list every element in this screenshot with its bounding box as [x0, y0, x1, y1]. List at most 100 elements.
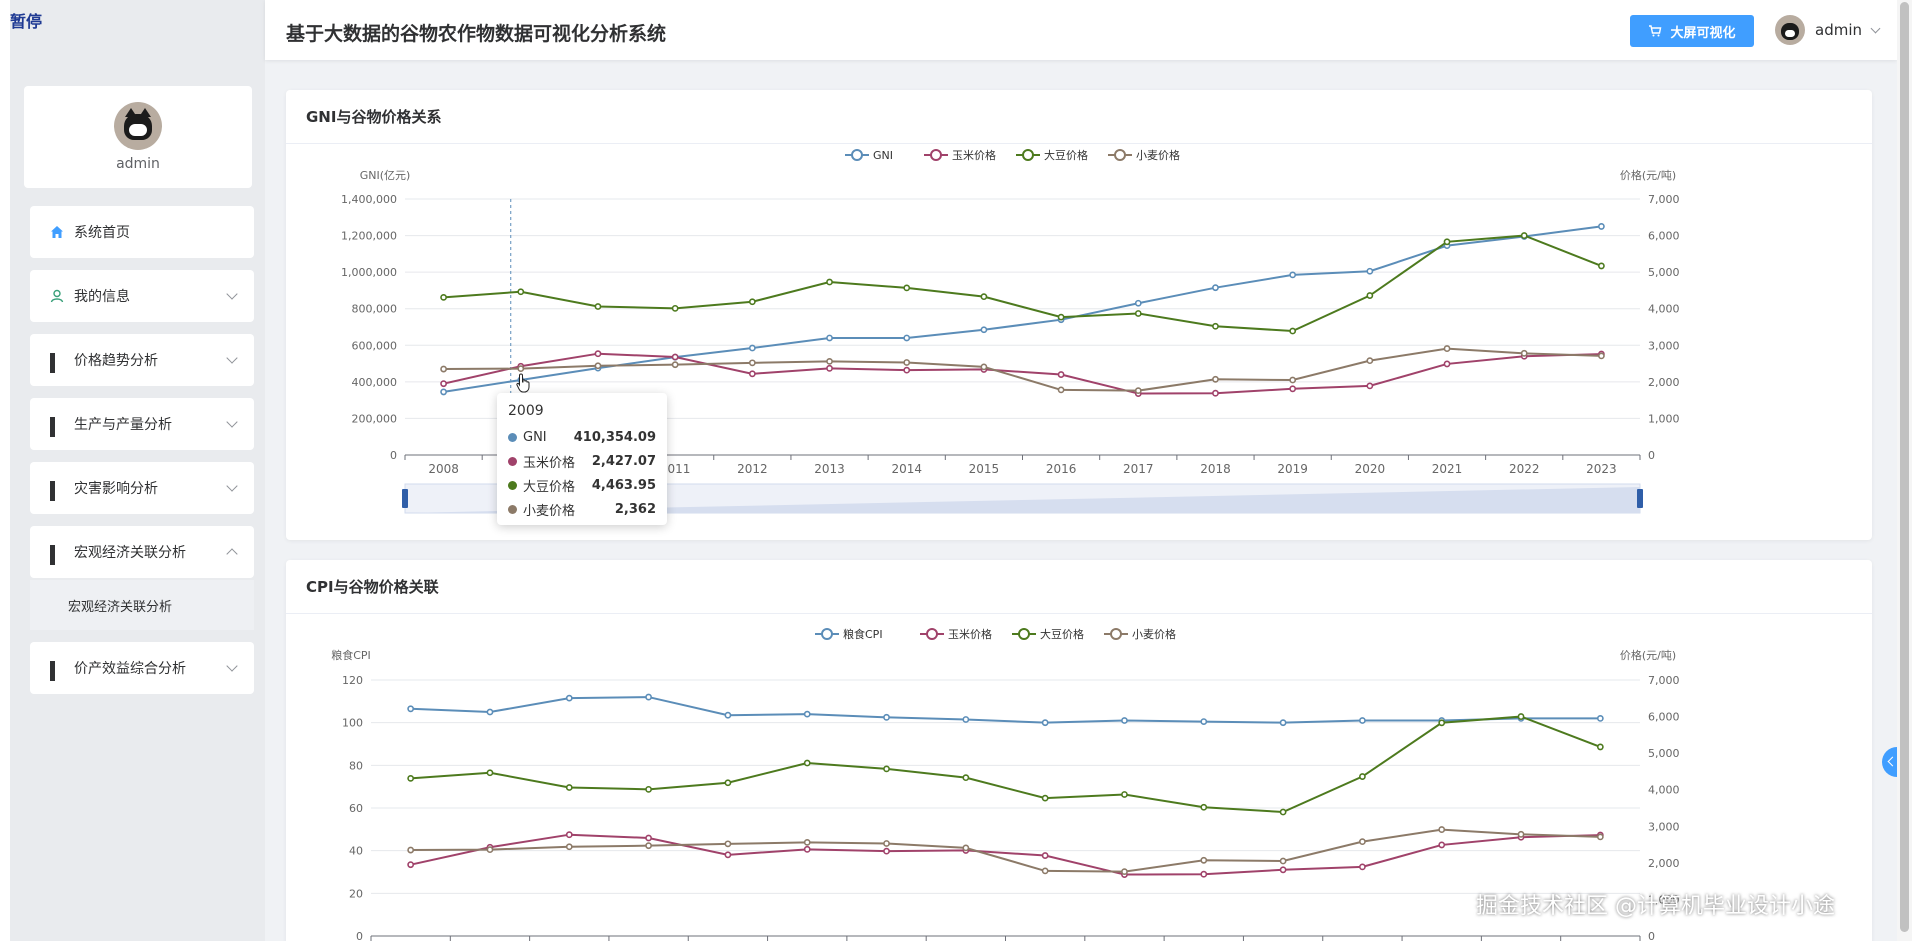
data-point	[645, 693, 652, 701]
y-tick-label-right: 5,000	[1648, 747, 1680, 760]
data-point	[1200, 803, 1208, 811]
data-point	[1212, 389, 1219, 397]
sidebar-item-price-trend[interactable]: 价格趋势分析	[30, 334, 254, 386]
tooltip-series-value: 2,427.07	[591, 453, 656, 469]
data-point	[980, 293, 988, 301]
chevron-down-icon	[226, 288, 238, 300]
x-tick-label: 2021	[1432, 462, 1463, 476]
bigscreen-button[interactable]: 大屏可视化	[1630, 15, 1754, 47]
y-tick-label-left: 0	[356, 930, 363, 941]
sidebar-item-disaster[interactable]: 灾害影响分析	[30, 462, 254, 514]
tooltip-series-value: 4,463.95	[591, 477, 656, 493]
data-point	[1517, 713, 1525, 720]
x-tick-label: 2023	[1586, 462, 1617, 476]
y-tick-label-left: 1,200,000	[341, 230, 397, 243]
y-tick-label-left: 80	[349, 759, 363, 772]
data-point	[1366, 267, 1374, 275]
data-point	[1596, 715, 1604, 722]
data-point	[440, 365, 447, 373]
tooltip-series-name: GNI	[523, 429, 547, 445]
profile-card: admin	[24, 86, 252, 188]
tooltip-row: 玉米价格 2,427.07	[508, 449, 656, 473]
zoom-handle-left[interactable]	[402, 489, 408, 508]
sidebar-item-label: 生产与产量分析	[74, 417, 172, 433]
sidebar-item-label: 价格趋势分析	[74, 353, 158, 369]
data-point	[1596, 833, 1604, 841]
grid-icon	[50, 545, 64, 565]
page-scrollbar[interactable]	[1897, 0, 1912, 941]
data-point	[1289, 385, 1297, 393]
home-icon	[51, 226, 63, 238]
scrollbar-thumb[interactable]	[1900, 2, 1909, 932]
data-point	[1057, 313, 1065, 321]
data-point	[1041, 719, 1049, 727]
data-point	[962, 844, 970, 852]
sidebar-item-label: 系统首页	[74, 225, 130, 241]
y-tick-label-right: 3,000	[1648, 820, 1680, 833]
chevron-up-icon	[226, 548, 238, 560]
data-point	[407, 846, 415, 854]
x-tick-label: 2019	[1277, 462, 1308, 476]
submenu-item-macro-analysis[interactable]: 宏观经济关联分析	[30, 580, 254, 630]
sidebar-item-price-benefit[interactable]: 价产效益综合分析	[30, 642, 254, 694]
y-tick-label-right: 1,000	[1648, 412, 1680, 425]
data-point	[826, 278, 833, 286]
top-header: 基于大数据的谷物农作物数据可视化分析系统 大屏可视化 admin	[265, 0, 1897, 60]
data-point	[1443, 238, 1451, 246]
sidebar-item-label: 灾害影响分析	[74, 481, 158, 497]
data-point	[1289, 376, 1297, 384]
hand-cursor-icon	[516, 373, 530, 393]
data-point	[826, 364, 833, 372]
sidebar-menu: 系统首页 我的信息 价格趋势分析 生产与产量分析 灾害影响分析 宏观经济关联分析	[30, 206, 254, 706]
data-point	[1057, 386, 1065, 394]
data-point	[671, 361, 679, 369]
sidebar-item-home[interactable]: 系统首页	[30, 206, 254, 258]
data-point	[962, 716, 970, 723]
legend-marker-icon	[1114, 149, 1126, 161]
card-title: GNI与谷物价格关系	[286, 90, 1872, 144]
y-tick-label-left: 400,000	[352, 376, 398, 389]
y-tick-label-left: 600,000	[352, 339, 398, 352]
x-tick-label: 2017	[1123, 462, 1154, 476]
y-tick-label-left: 120	[342, 674, 363, 687]
series-dot-icon	[508, 456, 517, 466]
data-point	[803, 710, 811, 718]
sidebar-item-my-info[interactable]: 我的信息	[30, 270, 254, 322]
data-point	[486, 708, 494, 716]
y-tick-label-left: 1,000,000	[341, 266, 397, 279]
data-point	[724, 779, 732, 787]
x-tick-label: 2022	[1509, 462, 1540, 476]
zoom-handle-right[interactable]	[1637, 489, 1643, 508]
data-point	[803, 845, 811, 853]
series-dot-icon	[508, 504, 517, 514]
data-point	[1438, 826, 1446, 833]
data-point	[565, 694, 573, 702]
grid-icon	[50, 417, 64, 437]
legend-label: 小麦价格	[1136, 148, 1180, 162]
data-point	[1279, 866, 1287, 874]
sidebar-item-label: 价产效益综合分析	[74, 661, 186, 677]
bigscreen-label: 大屏可视化	[1670, 25, 1736, 41]
user-menu[interactable]: admin	[1775, 15, 1881, 45]
sidebar-item-macro[interactable]: 宏观经济关联分析	[30, 526, 254, 578]
tooltip-title: 2009	[508, 403, 544, 419]
data-point	[1121, 791, 1128, 798]
sidebar-item-label: 宏观经济关联分析	[74, 545, 186, 561]
data-point	[748, 344, 756, 352]
y-tick-label-right: 7,000	[1648, 674, 1680, 687]
sidebar-item-production[interactable]: 生产与产量分析	[30, 398, 254, 450]
data-point	[962, 774, 970, 782]
data-point	[1134, 310, 1142, 317]
data-point	[1200, 718, 1208, 725]
data-point	[440, 380, 447, 388]
data-point	[565, 831, 573, 839]
data-point	[1517, 830, 1525, 838]
avatar	[1775, 15, 1805, 45]
legend-marker-icon	[1022, 149, 1034, 161]
data-point	[1359, 863, 1366, 871]
y-tick-label-right: 3,000	[1648, 339, 1680, 352]
legend-marker-icon	[930, 149, 942, 161]
data-point	[1279, 808, 1287, 816]
data-point	[1520, 349, 1528, 357]
avatar[interactable]	[114, 102, 162, 150]
